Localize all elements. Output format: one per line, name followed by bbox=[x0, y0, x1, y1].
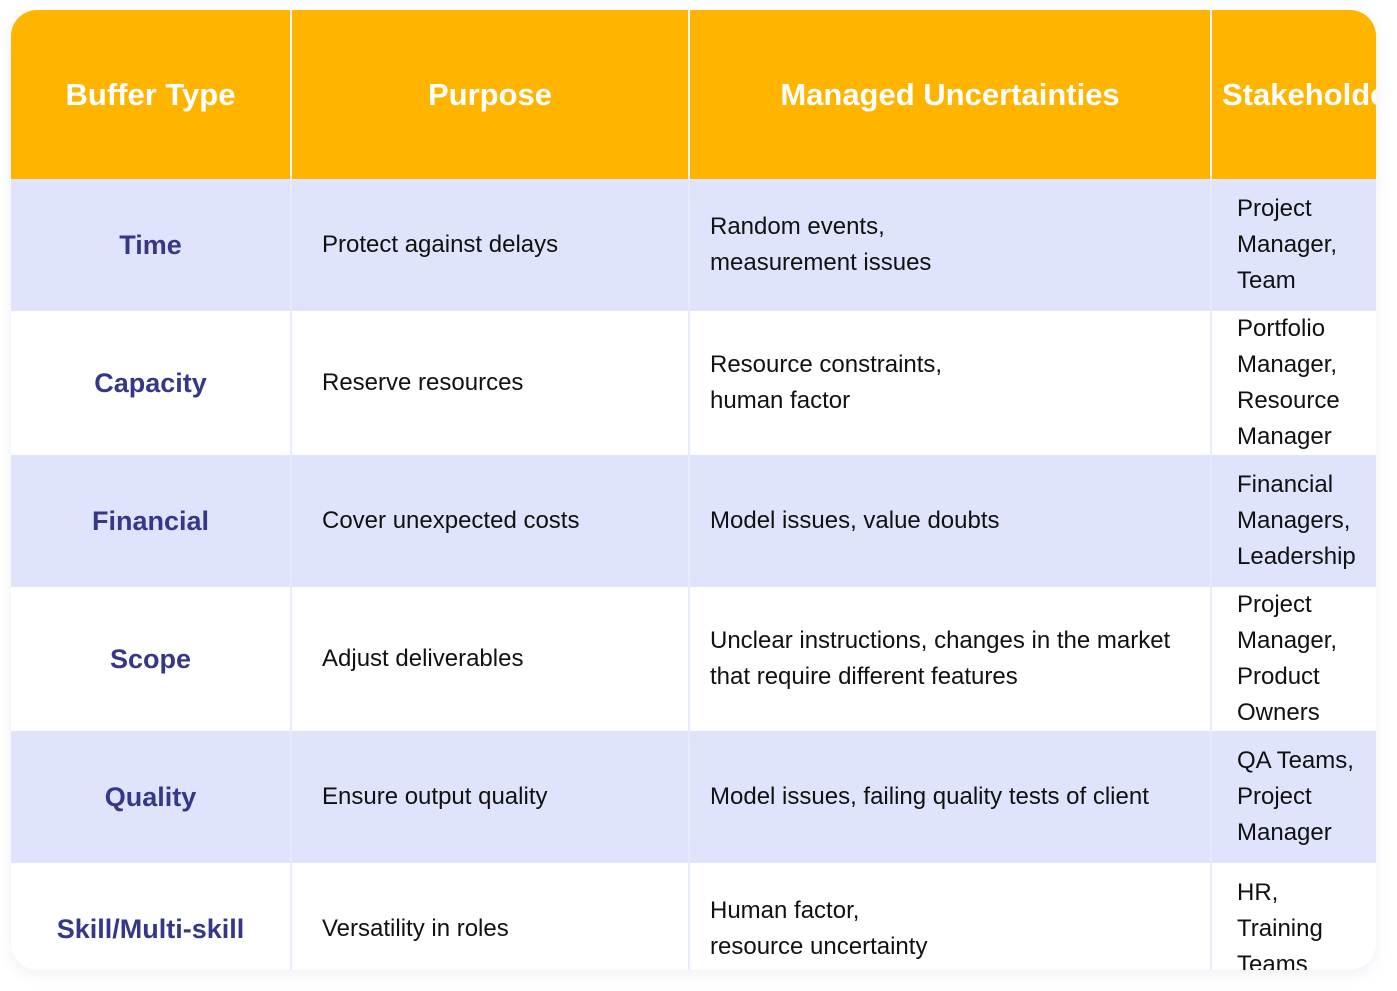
cell-stakeholders: HR, Training Teams bbox=[1237, 879, 1323, 970]
cell-buffer-type: Quality bbox=[11, 731, 292, 863]
table-row: Financial Cover unexpected costs Model iss… bbox=[11, 455, 1376, 587]
cell-buffer-type: Financial bbox=[11, 455, 292, 587]
cell-purpose: Adjust deliverables bbox=[291, 587, 690, 731]
cell-purpose: Ensure output quality bbox=[291, 731, 690, 863]
cell-purpose: Protect against delays bbox=[291, 179, 690, 311]
cell-stakeholders: QA Teams, Project Manager bbox=[1211, 731, 1376, 863]
cell-managed-uncertainties: Unclear instructions, changes in the mar… bbox=[689, 587, 1212, 731]
header-purpose: Purpose bbox=[291, 10, 690, 179]
cell-managed-uncertainties: Random events, measurement issues bbox=[689, 179, 1212, 311]
buffer-types-table-card: Buffer Type Purpose Managed Uncertaintie… bbox=[11, 10, 1376, 970]
table-row: Capacity Reserve resources Resource constr… bbox=[11, 311, 1376, 455]
cell-stakeholders: Financial Managers, Leadership bbox=[1211, 455, 1376, 587]
header-row: Buffer Type Purpose Managed Uncertaintie… bbox=[11, 10, 1376, 179]
cell-buffer-type: Scope bbox=[11, 587, 292, 731]
cell-purpose: Versatility in roles bbox=[291, 863, 690, 970]
cell-stakeholders: Portfolio Manager, Resource Manager bbox=[1237, 315, 1340, 450]
table-row: Time Protect against delays Random events,… bbox=[11, 179, 1376, 311]
cell-buffer-type: Skill/Multi-skill bbox=[11, 863, 292, 970]
buffer-types-table: Buffer Type Purpose Managed Uncertaintie… bbox=[11, 10, 1376, 970]
table-row: Skill/Multi-skill Versatility in roles Hum… bbox=[11, 863, 1376, 970]
cell-managed-uncertainties: Human factor, resource uncertainty bbox=[689, 863, 1212, 970]
header-stakeholders: Stakeholders bbox=[1211, 10, 1376, 179]
header-managed-uncertainties: Managed Uncertainties bbox=[689, 10, 1212, 179]
cell-purpose: Reserve resources bbox=[291, 311, 690, 455]
cell-managed-uncertainties: Model issues, failing quality tests of c… bbox=[689, 731, 1212, 863]
cell-buffer-type: Time bbox=[11, 179, 292, 311]
cell-stakeholders: Project Manager, Product Owners bbox=[1237, 591, 1338, 726]
cell-buffer-type: Capacity bbox=[11, 311, 292, 455]
table-row: Quality Ensure output quality Model issues… bbox=[11, 731, 1376, 863]
cell-managed-uncertainties: Resource constraints, human factor bbox=[689, 311, 1212, 455]
table-row: Scope Adjust deliverables Unclear instruct… bbox=[11, 587, 1376, 731]
cell-purpose: Cover unexpected costs bbox=[291, 455, 690, 587]
header-buffer-type: Buffer Type bbox=[11, 10, 292, 179]
cell-stakeholders: Project Manager, Team bbox=[1211, 179, 1376, 311]
cell-managed-uncertainties: Model issues, value doubts bbox=[689, 455, 1212, 587]
